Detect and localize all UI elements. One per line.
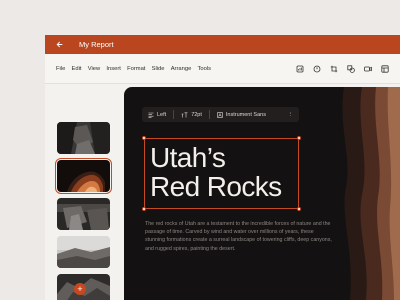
heading-line-2: Red Rocks xyxy=(150,171,282,202)
toolbar-divider xyxy=(208,110,210,119)
add-slide-button[interactable]: + xyxy=(74,283,86,295)
chart-icon[interactable] xyxy=(295,64,304,73)
app-window: My Report File Edit View Insert Format S… xyxy=(45,35,400,300)
canyon-image xyxy=(342,87,400,300)
align-left-icon xyxy=(148,112,154,118)
video-icon[interactable] xyxy=(363,64,372,73)
align-label: Left xyxy=(157,111,167,118)
font-family-label: Instrument Sans xyxy=(225,111,266,118)
menu-arrange[interactable]: Arrange xyxy=(171,66,192,72)
slide-body-text[interactable]: The red rocks of Utah are a testament to… xyxy=(145,220,335,253)
menu-bar: File Edit View Insert Format Slide Arran… xyxy=(45,54,400,84)
resize-handle-top-left[interactable] xyxy=(142,136,146,140)
menu-view[interactable]: View xyxy=(88,66,100,72)
arrow-left-icon[interactable] xyxy=(56,41,64,48)
title-bar: My Report xyxy=(45,35,400,54)
align-control[interactable]: Left xyxy=(148,112,166,118)
menu-file[interactable]: File xyxy=(56,66,65,72)
slide-panel: + xyxy=(45,84,125,300)
font-icon xyxy=(217,111,223,118)
font-size-control[interactable]: 72pt xyxy=(181,112,202,118)
resize-handle-top-right[interactable] xyxy=(297,136,301,140)
shapes-icon[interactable] xyxy=(346,64,355,73)
resize-handle-bottom-left[interactable] xyxy=(142,207,146,211)
menu-tools[interactable]: Tools xyxy=(198,66,212,72)
menu-slide[interactable]: Slide xyxy=(152,66,165,72)
more-options-icon[interactable]: ⋮ xyxy=(288,112,294,118)
font-family-control[interactable]: Instrument Sans xyxy=(217,112,266,118)
menu-insert[interactable]: Insert xyxy=(106,66,121,72)
slide-canvas[interactable]: Left 72pt Instrument Sans ⋮ Utah’s Red R… xyxy=(124,87,400,300)
toolbar-divider xyxy=(173,110,175,119)
resize-handle-bottom-right[interactable] xyxy=(297,207,301,211)
slide-thumbnail-3[interactable] xyxy=(57,198,110,230)
menu-edit[interactable]: Edit xyxy=(72,66,82,72)
slide-thumbnail-4[interactable] xyxy=(57,236,110,268)
font-size-label: 72pt xyxy=(191,111,202,118)
slide-thumbnail-1[interactable] xyxy=(57,122,110,154)
document-title: My Report xyxy=(79,40,114,49)
table-icon[interactable] xyxy=(380,64,389,73)
crop-icon[interactable] xyxy=(329,64,338,73)
slide-heading[interactable]: Utah’s Red Rocks xyxy=(150,143,300,201)
text-format-toolbar: Left 72pt Instrument Sans ⋮ xyxy=(142,107,299,122)
text-size-icon xyxy=(181,112,188,117)
heading-line-1: Utah’s xyxy=(150,142,226,173)
menu-format[interactable]: Format xyxy=(127,66,145,72)
slide-thumbnail-2[interactable] xyxy=(54,157,113,195)
timer-icon[interactable] xyxy=(312,64,321,73)
